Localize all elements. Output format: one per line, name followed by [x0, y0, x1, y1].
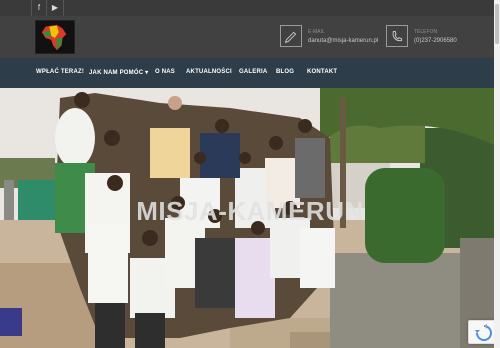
divider [31, 0, 32, 16]
youtube-icon[interactable]: ▶ [49, 2, 61, 14]
nav-item-contact[interactable]: KONTAKT [307, 69, 337, 75]
page-scrollbar[interactable] [494, 0, 500, 348]
logo[interactable] [35, 20, 75, 54]
africa-map-logo-icon [41, 24, 67, 51]
pencil-icon [284, 31, 297, 44]
hero-banner: MISJA-KAMERUN [0, 88, 500, 348]
divider [46, 0, 47, 16]
phone-value[interactable]: (0)237-2906580 [414, 38, 457, 44]
hero-title: MISJA-KAMERUN [136, 196, 364, 226]
nav-item-donate[interactable]: WPŁAĆ TERAZ! [36, 69, 84, 75]
nav-item-blog[interactable]: BLOG [276, 69, 294, 75]
top-bar: f ▶ [0, 0, 500, 16]
email-value[interactable]: danuta@misja-kamerun.pl [308, 38, 378, 44]
nav-item-about[interactable]: O NAS [155, 69, 175, 75]
phone-label: TELEFON [414, 29, 438, 35]
nav-item-news[interactable]: AKTUALNOŚCI [186, 69, 232, 75]
site-header: E-MAIL danuta@misja-kamerun.pl TELEFON (… [0, 16, 500, 58]
email-icon-box[interactable] [280, 25, 302, 47]
nav-item-how-to-help[interactable]: JAK NAM POMÓC ▾ [89, 69, 148, 76]
scrollbar-thumb[interactable] [495, 4, 499, 44]
phone-icon [392, 31, 402, 42]
main-navigation: WPŁAĆ TERAZ! JAK NAM POMÓC ▾ O NAS AKTUA… [0, 58, 500, 88]
email-label: E-MAIL [308, 29, 325, 35]
phone-icon-box[interactable] [386, 25, 408, 47]
nav-item-gallery[interactable]: GALERIA [239, 69, 267, 75]
facebook-icon[interactable]: f [33, 2, 45, 14]
divider [63, 0, 64, 16]
